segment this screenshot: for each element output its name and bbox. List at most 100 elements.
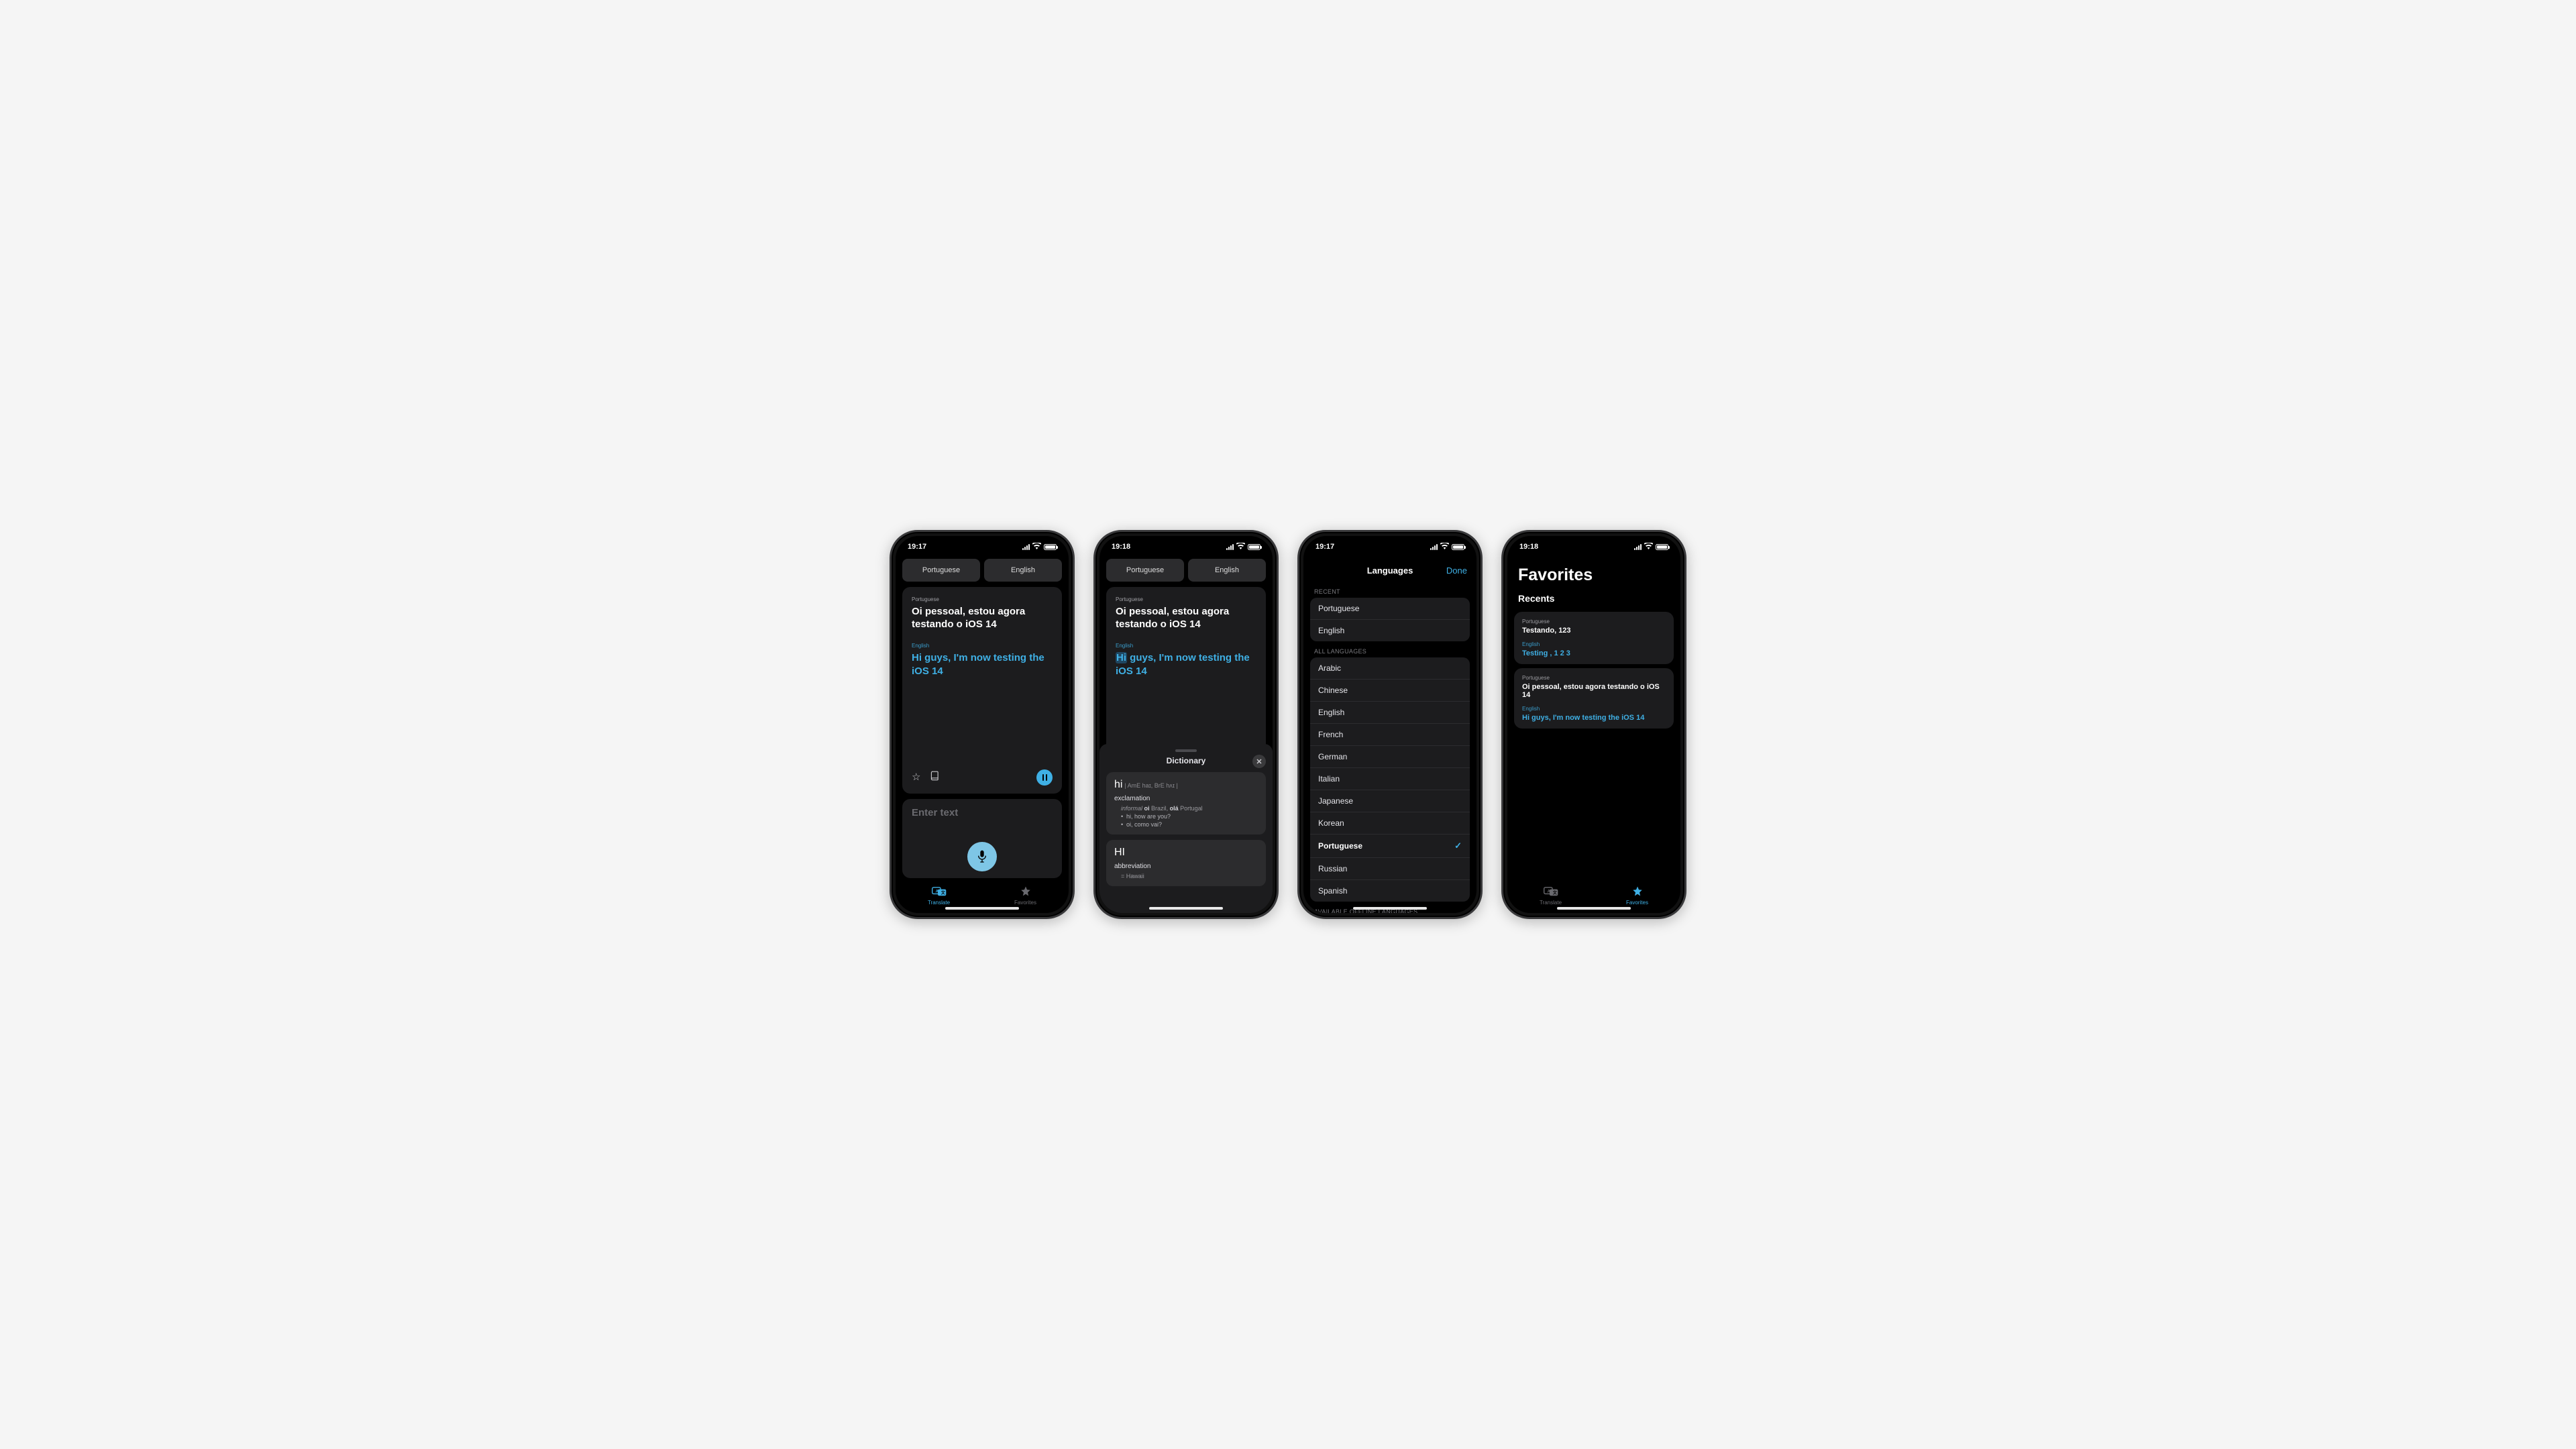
dictionary-title: Dictionary — [1167, 756, 1206, 765]
tab-favorites-label: Favorites — [1626, 900, 1648, 906]
home-indicator[interactable] — [1557, 907, 1631, 910]
src-text: Testando, 123 — [1522, 627, 1666, 635]
language-row[interactable]: French — [1310, 724, 1470, 746]
favorite-star-icon[interactable]: ☆ — [912, 771, 920, 784]
sheet-grabber[interactable] — [1175, 749, 1197, 752]
favorite-card[interactable]: Portuguese Oi pessoal, estou agora testan… — [1514, 668, 1674, 729]
svg-text:文: 文 — [1552, 890, 1557, 896]
battery-icon — [1452, 544, 1464, 550]
text-input-card[interactable]: Enter text — [902, 799, 1062, 878]
tgt-text: Hi guys, I'm now testing the iOS 14 — [1522, 714, 1666, 722]
language-row[interactable]: English — [1310, 702, 1470, 724]
microphone-button[interactable] — [967, 842, 997, 871]
example-en: hi, how are you? — [1114, 813, 1258, 820]
checkmark-icon: ✓ — [1454, 841, 1462, 851]
target-lang-label: English — [1116, 643, 1256, 649]
highlighted-word[interactable]: Hi — [1116, 652, 1127, 663]
phone-translate-dictionary: 19:18 Portuguese English Portuguese Oi p… — [1093, 530, 1279, 919]
play-pause-button[interactable] — [1036, 769, 1053, 786]
example-tr: oi, como vai? — [1114, 821, 1258, 828]
part-of-speech: abbreviation — [1114, 863, 1258, 870]
language-row[interactable]: Chinese — [1310, 680, 1470, 702]
src-lang-label: Portuguese — [1522, 675, 1666, 681]
battery-icon — [1248, 544, 1260, 550]
target-text: Hi guys, I'm now testing the iOS 14 — [912, 651, 1053, 677]
language-row[interactable]: Spanish — [1310, 880, 1470, 902]
target-lang-label: English — [912, 643, 1053, 649]
tgt-lang-label: English — [1522, 641, 1666, 647]
svg-text:文: 文 — [941, 890, 945, 896]
target-lang-selector[interactable]: English — [984, 559, 1062, 582]
battery-icon — [1656, 544, 1668, 550]
wifi-icon — [1236, 543, 1245, 551]
close-button[interactable]: ✕ — [1252, 755, 1266, 768]
page-title: Languages — [1367, 566, 1413, 576]
tgt-text: Testing , 1 2 3 — [1522, 649, 1666, 657]
definition-line: = Hawaii — [1114, 873, 1258, 879]
status-time: 19:18 — [1112, 543, 1130, 551]
source-lang-label: Portuguese — [912, 596, 1053, 602]
close-icon: ✕ — [1256, 757, 1262, 766]
source-lang-label: Portuguese — [1116, 596, 1256, 602]
signal-icon — [1226, 544, 1234, 550]
page-title: Favorites — [1507, 557, 1680, 586]
definition-line: informal oi Brazil, olá Portugal — [1114, 805, 1258, 812]
section-header-recents: Recents — [1507, 586, 1680, 608]
microphone-icon — [977, 850, 987, 863]
dictionary-entry[interactable]: hi | AmE haɪ, BrE hʌɪ | exclamation info… — [1106, 772, 1266, 835]
language-row[interactable]: Italian — [1310, 768, 1470, 790]
wifi-icon — [1440, 543, 1449, 551]
home-indicator[interactable] — [945, 907, 1019, 910]
home-indicator[interactable] — [1353, 907, 1427, 910]
part-of-speech: exclamation — [1114, 795, 1258, 802]
phone-translate-main: 19:17 Portuguese English Portuguese Oi p… — [890, 530, 1075, 919]
signal-icon — [1430, 544, 1438, 550]
language-row[interactable]: German — [1310, 746, 1470, 768]
language-row[interactable]: Korean — [1310, 812, 1470, 835]
language-row[interactable]: Japanese — [1310, 790, 1470, 812]
home-indicator[interactable] — [1149, 907, 1223, 910]
language-row[interactable]: Portuguese✓ — [1310, 835, 1470, 858]
done-button[interactable]: Done — [1446, 566, 1467, 576]
src-lang-label: Portuguese — [1522, 619, 1666, 625]
input-placeholder: Enter text — [902, 807, 1062, 818]
source-lang-selector[interactable]: Portuguese — [1106, 559, 1184, 582]
target-text: Hi guys, I'm now testing the iOS 14 — [1116, 651, 1256, 677]
favorite-card[interactable]: Portuguese Testando, 123 English Testing , … — [1514, 612, 1674, 664]
wifi-icon — [1032, 543, 1041, 551]
language-row[interactable]: English — [1310, 620, 1470, 641]
source-text: Oi pessoal, estou agora testando o iOS 1… — [1116, 605, 1256, 631]
svg-text:A: A — [1547, 889, 1550, 894]
pause-icon — [1042, 774, 1047, 781]
tab-translate-label: Translate — [1540, 900, 1562, 906]
tgt-lang-label: English — [1522, 706, 1666, 712]
status-time: 19:17 — [908, 543, 926, 551]
headword: HI — [1114, 847, 1125, 858]
star-icon — [1630, 885, 1645, 898]
source-lang-selector[interactable]: Portuguese — [902, 559, 980, 582]
battery-icon — [1044, 544, 1057, 550]
section-header-recent: RECENT — [1303, 582, 1477, 598]
svg-text:A: A — [935, 889, 938, 894]
languages-header: Languages Done — [1303, 559, 1477, 582]
dictionary-entry[interactable]: HI abbreviation = Hawaii — [1106, 840, 1266, 886]
dictionary-icon[interactable] — [930, 771, 939, 784]
section-header-all: ALL LANGUAGES — [1303, 641, 1477, 657]
translation-card: Portuguese Oi pessoal, estou agora testa… — [902, 587, 1062, 794]
signal-icon — [1022, 544, 1030, 550]
language-row[interactable]: Arabic — [1310, 657, 1470, 680]
star-icon — [1018, 885, 1033, 898]
dictionary-panel: Dictionary ✕ hi | AmE haɪ, BrE hʌɪ | exc… — [1099, 744, 1273, 913]
source-text: Oi pessoal, estou agora testando o iOS 1… — [912, 605, 1053, 631]
language-row[interactable]: Portuguese — [1310, 598, 1470, 620]
status-time: 19:17 — [1316, 543, 1334, 551]
src-text: Oi pessoal, estou agora testando o iOS 1… — [1522, 683, 1666, 699]
status-time: 19:18 — [1519, 543, 1538, 551]
wifi-icon — [1644, 543, 1653, 551]
tab-favorites-label: Favorites — [1014, 900, 1036, 906]
language-row[interactable]: Russian — [1310, 858, 1470, 880]
target-lang-selector[interactable]: English — [1188, 559, 1266, 582]
translate-icon: A文 — [932, 885, 947, 898]
phone-languages: 19:17 Languages Done RECENT PortugueseEn… — [1297, 530, 1483, 919]
translate-icon: A文 — [1544, 885, 1558, 898]
